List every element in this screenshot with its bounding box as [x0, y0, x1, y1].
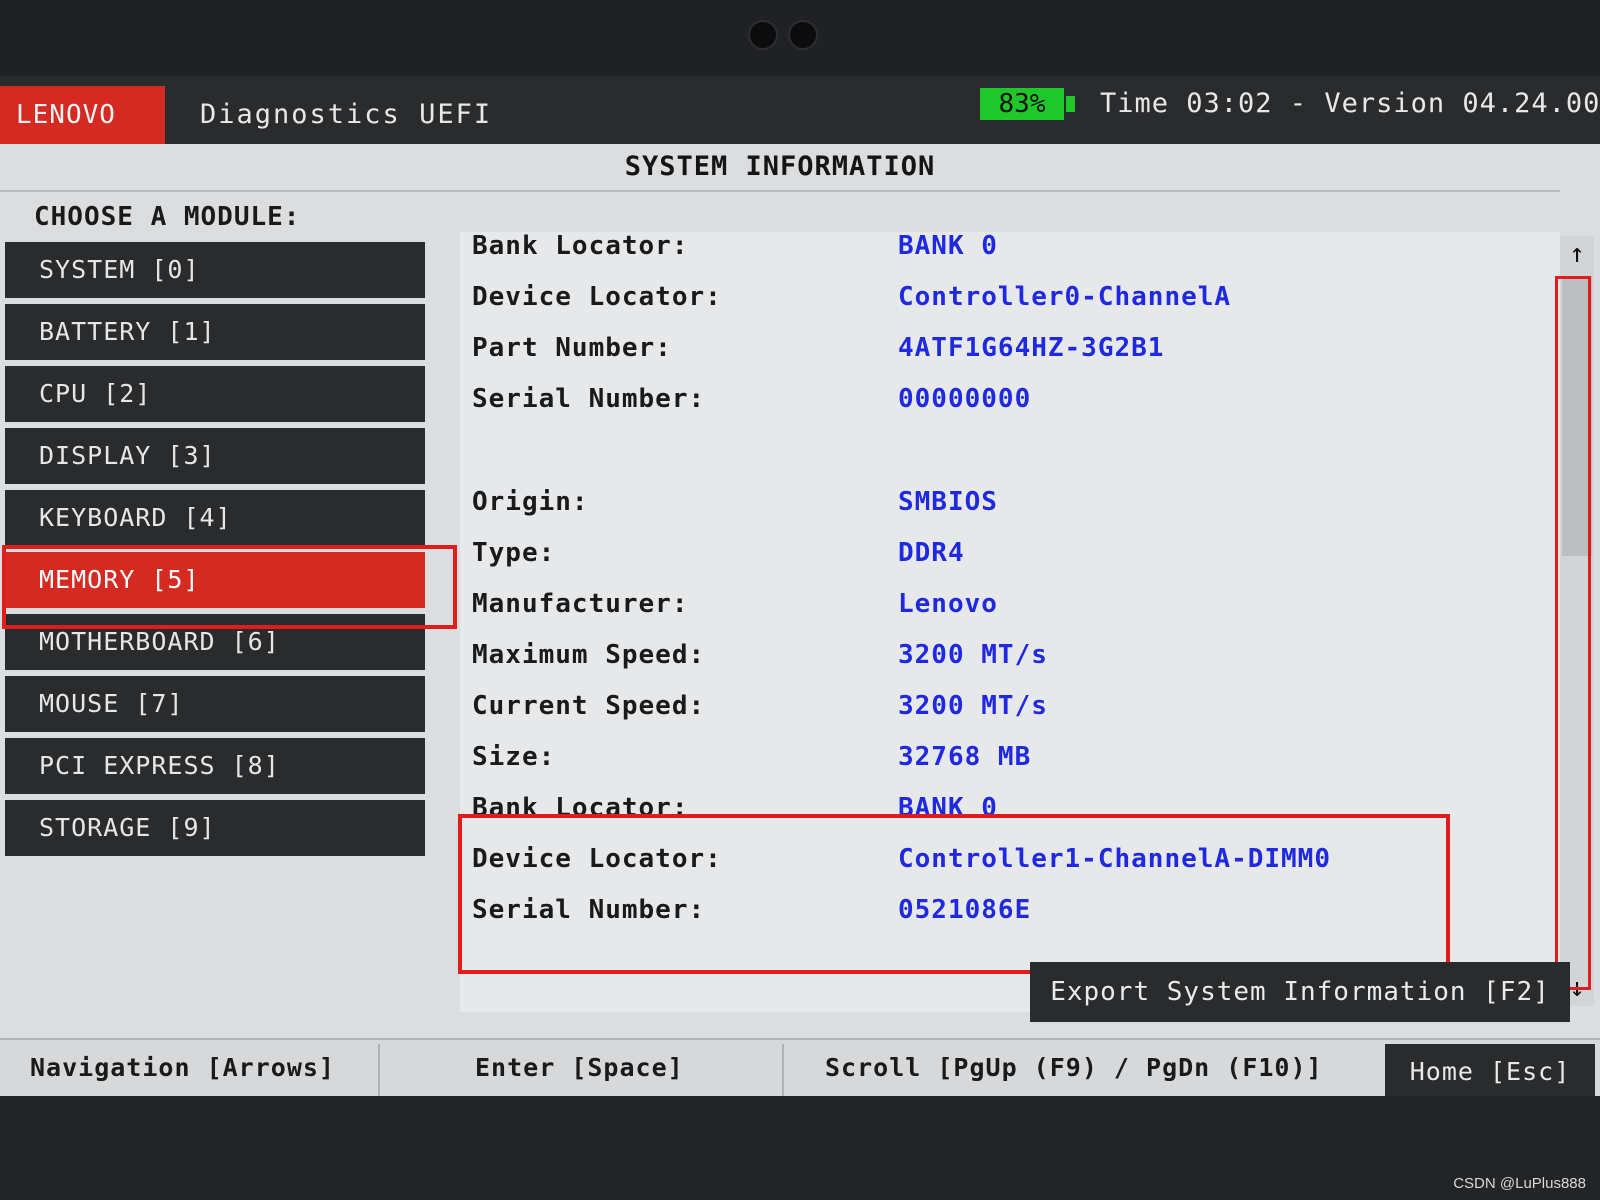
diagnostics-screen: LENOVO Diagnostics UEFI 83% Time 03:02 -…	[0, 76, 1600, 1100]
detail-row: Current Speed: 3200 MT/s	[460, 684, 1560, 728]
watermark: CSDN @LuPlus888	[1453, 1175, 1586, 1192]
page-title: SYSTEM INFORMATION	[0, 144, 1560, 192]
detail-value: Lenovo	[898, 589, 998, 619]
detail-value: DDR4	[898, 538, 965, 568]
camera-icon	[748, 20, 778, 50]
module-mouse[interactable]: MOUSE [7]	[5, 676, 425, 732]
home-button[interactable]: Home [Esc]	[1385, 1044, 1595, 1100]
laptop-bezel-bottom: CSDN @LuPlus888	[0, 1096, 1600, 1200]
detail-value: 3200 MT/s	[898, 640, 1048, 670]
detail-label: Type:	[472, 538, 556, 568]
battery-indicator: 83%	[980, 88, 1064, 120]
detail-label: Bank Locator:	[472, 232, 689, 261]
dimm-highlight-box	[458, 814, 1450, 974]
detail-row: Device Locator: Controller0-ChannelA	[460, 275, 1560, 319]
brand-logo: LENOVO	[0, 86, 165, 144]
enter-hint: Enter [Space]	[475, 1053, 684, 1082]
footer-divider	[782, 1044, 784, 1098]
detail-label: Part Number:	[472, 333, 672, 363]
export-system-info-button[interactable]: Export System Information [F2]	[1030, 962, 1570, 1022]
detail-row: Serial Number: 00000000	[460, 377, 1560, 421]
footer-bar: Navigation [Arrows] Enter [Space] Scroll…	[0, 1038, 1600, 1100]
time-version-status: Time 03:02 - Version 04.24.00	[1100, 88, 1600, 119]
module-cpu[interactable]: CPU [2]	[5, 366, 425, 422]
detail-value: SMBIOS	[898, 487, 998, 517]
selected-module-highlight	[2, 545, 457, 629]
detail-value: 32768 MB	[898, 742, 1032, 772]
module-pci-express[interactable]: PCI EXPRESS [8]	[5, 738, 425, 794]
detail-row: Part Number: 4ATF1G64HZ-3G2B1	[460, 326, 1560, 370]
detail-row: Type: DDR4	[460, 531, 1560, 575]
detail-label: Current Speed:	[472, 691, 706, 721]
laptop-bezel-top	[0, 0, 1600, 76]
detail-value: BANK 0	[898, 232, 998, 261]
detail-label: Maximum Speed:	[472, 640, 706, 670]
detail-label: Serial Number:	[472, 384, 706, 414]
battery-icon	[1066, 96, 1075, 112]
module-system[interactable]: SYSTEM [0]	[5, 242, 425, 298]
navigation-hint: Navigation [Arrows]	[30, 1053, 335, 1082]
camera-sensor-icon	[788, 20, 818, 50]
detail-value: 00000000	[898, 384, 1032, 414]
detail-row: Bank Locator: BANK 0	[460, 232, 1560, 268]
module-heading: CHOOSE A MODULE:	[34, 202, 301, 232]
detail-value: 4ATF1G64HZ-3G2B1	[898, 333, 1165, 363]
module-battery[interactable]: BATTERY [1]	[5, 304, 425, 360]
module-display[interactable]: DISPLAY [3]	[5, 428, 425, 484]
detail-row: Manufacturer: Lenovo	[460, 582, 1560, 626]
scrollbar-highlight	[1555, 276, 1591, 990]
footer-divider	[378, 1044, 380, 1098]
detail-row: Size: 32768 MB	[460, 735, 1560, 779]
module-storage[interactable]: STORAGE [9]	[5, 800, 425, 856]
app-title: Diagnostics UEFI	[200, 99, 493, 130]
detail-label: Size:	[472, 742, 556, 772]
detail-label: Device Locator:	[472, 282, 722, 312]
detail-label: Origin:	[472, 487, 589, 517]
top-bar: LENOVO Diagnostics UEFI 83% Time 03:02 -…	[0, 76, 1600, 144]
module-keyboard[interactable]: KEYBOARD [4]	[5, 490, 425, 546]
detail-row: Maximum Speed: 3200 MT/s	[460, 633, 1560, 677]
scroll-hint: Scroll [PgUp (F9) / PgDn (F10)]	[825, 1053, 1323, 1082]
detail-row: Origin: SMBIOS	[460, 480, 1560, 524]
scroll-up-arrow-icon[interactable]: ↑	[1560, 236, 1594, 272]
detail-value: 3200 MT/s	[898, 691, 1048, 721]
detail-value: Controller0-ChannelA	[898, 282, 1232, 312]
detail-label: Manufacturer:	[472, 589, 689, 619]
